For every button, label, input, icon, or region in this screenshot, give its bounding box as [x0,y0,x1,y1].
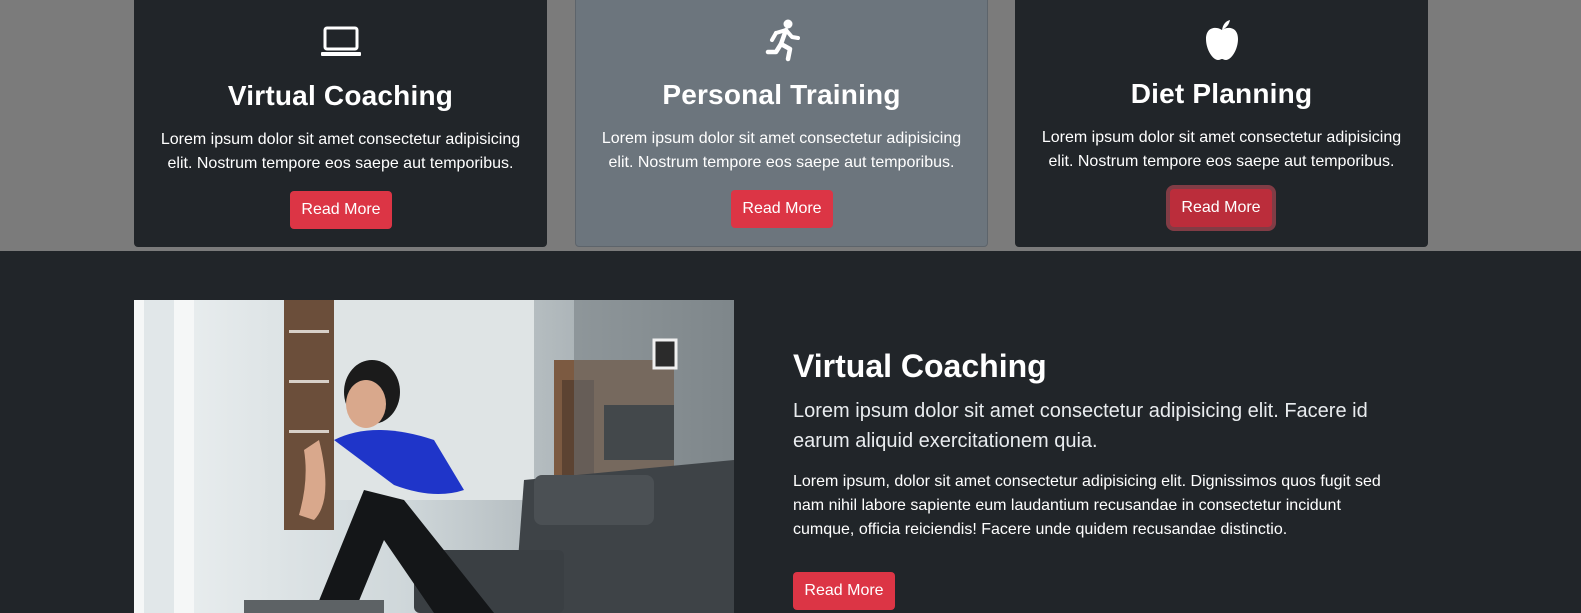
card-title: Personal Training [662,79,901,110]
card-text: Lorem ipsum dolor sit amet consectetur a… [601,130,962,171]
card-text: Lorem ipsum dolor sit amet consectetur a… [160,131,521,172]
card-title: Virtual Coaching [227,80,454,111]
card-title: Diet Planning [1130,78,1313,109]
apple-icon [1015,18,1428,62]
service-card-personal-training: Personal Training Lorem ipsum dolor sit … [575,0,988,247]
card-text: Lorem ipsum dolor sit amet consectetur a… [1041,129,1402,170]
read-more-button[interactable]: Read More [1170,189,1272,227]
read-more-button[interactable]: Read More [290,191,392,229]
running-icon [576,19,987,63]
feature-image [134,300,734,613]
service-card-virtual-coaching: Virtual Coaching Lorem ipsum dolor sit a… [134,0,547,247]
feature-read-more-button[interactable]: Read More [793,572,895,610]
feature-body-text: Lorem ipsum, dolor sit amet consectetur … [793,473,1381,538]
feature-title: Virtual Coaching [793,348,1047,384]
feature-lead-text: Lorem ipsum dolor sit amet consectetur a… [793,400,1368,452]
laptop-icon [134,18,547,62]
read-more-button[interactable]: Read More [731,190,833,228]
service-card-diet-planning: Diet Planning Lorem ipsum dolor sit amet… [1015,0,1428,247]
